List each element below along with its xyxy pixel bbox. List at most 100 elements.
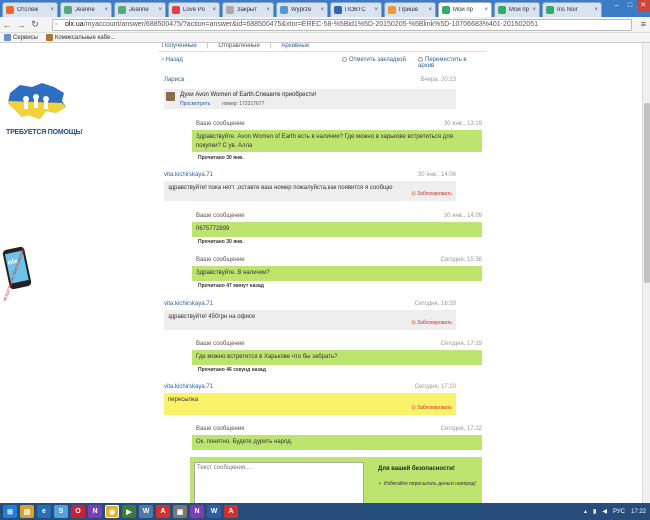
bookmark-comics[interactable]: Комиксальные кабе... xyxy=(45,34,116,41)
message-meta: vita.kichirskaya.71 Сегодня, 17:20 xyxy=(164,384,456,392)
browser-tab[interactable]: Jeanne × xyxy=(60,2,112,17)
tab-title: Отслеж xyxy=(17,7,39,13)
reload-icon[interactable]: ↻ xyxy=(28,19,42,30)
close-icon[interactable]: × xyxy=(158,7,162,13)
read-receipt: Прочитано 30 янв. xyxy=(198,239,244,245)
back-link[interactable]: ‹ Назад xyxy=(162,57,183,63)
message-bubble: Где можно встретится в Харькове что бы з… xyxy=(192,350,482,365)
back-arrow-icon[interactable]: ← xyxy=(0,20,14,30)
explorer-icon[interactable]: ▤ xyxy=(20,505,34,518)
clock[interactable]: 17:22 xyxy=(631,509,646,515)
close-icon[interactable]: × xyxy=(50,7,54,13)
word-icon[interactable]: W xyxy=(139,505,153,518)
browser-tab[interactable]: Прише × xyxy=(384,2,436,17)
message-bubble: здравствуйте! пока нетт ,оставте ваш ном… xyxy=(164,181,456,201)
block-user-button[interactable]: ⊡ Заблокировать xyxy=(412,404,453,413)
skype-icon[interactable]: S xyxy=(54,505,68,518)
browser-tab[interactable]: Закрыт × xyxy=(222,2,274,17)
url-input[interactable]: ▫ olx.ua/myaccount/answer/688500475/?acti… xyxy=(52,19,632,31)
onenote-icon[interactable]: N xyxy=(190,505,204,518)
browser-tab[interactable]: Jeanne × xyxy=(114,2,166,17)
close-icon[interactable]: × xyxy=(266,7,270,13)
sender-name: Ваше сообщение xyxy=(196,213,245,219)
archive-toggle[interactable]: Переместить в архив xyxy=(418,57,482,69)
maximize-icon[interactable]: □ xyxy=(623,0,636,12)
bookmark-services[interactable]: Сервисы xyxy=(4,34,38,41)
sender-name[interactable]: vita.kichirskaya.71 xyxy=(164,384,213,390)
tab-favicon-icon xyxy=(172,6,180,14)
forward-arrow-icon[interactable]: → xyxy=(14,20,28,30)
message-time: Сегодня, 17:20 xyxy=(414,384,456,390)
block-user-button[interactable]: ⊡ Заблокировать xyxy=(412,319,453,328)
message-meta: Лариса Вчера, 20:23 xyxy=(164,77,456,85)
volume-icon[interactable]: ◀ xyxy=(602,508,607,515)
network-icon[interactable]: ▮ xyxy=(593,508,596,515)
page-scrollbar[interactable] xyxy=(642,43,650,503)
word-icon[interactable]: W xyxy=(207,505,221,518)
help-banner[interactable]: ТРЕБУЕТСЯ ПОМОЩЬ! xyxy=(6,79,83,136)
message-first: Лариса Вчера, 20:23 Духи Avon Women of E… xyxy=(164,77,456,111)
minimize-icon[interactable]: – xyxy=(610,0,623,12)
message-bubble: здравствуйте! 450грн на офисе ⊡ Заблокир… xyxy=(164,310,456,330)
message-bubble: 0675772899 xyxy=(192,222,482,237)
media-icon[interactable]: ▶ xyxy=(122,505,136,518)
message-time: Сегодня, 17:19 xyxy=(440,341,482,347)
page-info-icon[interactable]: ▫ xyxy=(55,20,57,30)
close-icon[interactable]: × xyxy=(532,7,536,13)
tab-sent[interactable]: Отправленные xyxy=(218,43,260,49)
sender-name[interactable]: Лариса xyxy=(164,77,184,83)
bookmark-toggle[interactable]: Отметить закладкой xyxy=(342,57,406,63)
sender-name[interactable]: vita.kichirskaya.71 xyxy=(164,301,213,307)
scrollbar-thumb[interactable] xyxy=(644,103,650,283)
item-card[interactable]: Духи Avon Women of Earth.Спешите приобре… xyxy=(164,89,456,109)
browser-tab[interactable]: Love Po × xyxy=(168,2,220,17)
browser-tab[interactable]: Iris Noir × xyxy=(542,2,602,17)
opera-icon[interactable]: O xyxy=(71,505,85,518)
sender-name[interactable]: vita.kichirskaya.71 xyxy=(164,172,213,178)
tab-title: Закрыт xyxy=(237,7,257,13)
close-icon[interactable]: × xyxy=(594,7,598,13)
browser-menu-icon[interactable]: ≡ xyxy=(641,19,646,29)
mobile-app-promo[interactable]: olx МОБИЛЬНОЕ ПРИЛОЖЕНИЕ xyxy=(0,246,40,318)
sender-name: Ваше сообщение xyxy=(196,426,245,432)
browser-tab[interactable]: ПОВТС × xyxy=(330,2,382,17)
message-theirs-highlighted: vita.kichirskaya.71 Сегодня, 17:20 перес… xyxy=(164,384,456,416)
browser-tab[interactable]: Wyprze × xyxy=(276,2,328,17)
app-icon[interactable]: ▣ xyxy=(173,505,187,518)
tab-archive[interactable]: Архивные xyxy=(281,43,309,49)
onenote-icon[interactable]: N xyxy=(88,505,102,518)
tab-favicon-icon xyxy=(388,6,396,14)
close-icon[interactable]: × xyxy=(104,7,108,13)
message-time: 30 янв., 14:09 xyxy=(443,213,482,219)
tab-title: Love Po xyxy=(183,7,206,13)
close-icon[interactable]: × xyxy=(374,7,378,13)
item-title[interactable]: Духи Avon Women of Earth.Спешите приобре… xyxy=(180,92,316,98)
tab-favicon-icon xyxy=(498,6,506,14)
keyboard-language[interactable]: РУС xyxy=(613,509,625,515)
item-view-link[interactable]: Просмотреть xyxy=(180,101,210,107)
browser-tab-active[interactable]: Мой пр × xyxy=(438,2,492,17)
close-icon[interactable]: × xyxy=(484,7,488,13)
browser-tab[interactable]: Отслеж × xyxy=(2,2,58,17)
message-meta: Ваше сообщение 30 янв., 13:19 xyxy=(196,121,482,129)
ukraine-map-icon xyxy=(8,83,66,119)
window-close-icon[interactable]: ✕ xyxy=(636,0,650,12)
close-icon[interactable]: × xyxy=(320,7,324,13)
start-button-icon[interactable]: ⊞ xyxy=(3,505,17,518)
tray-arrow-icon[interactable]: ▴ xyxy=(584,508,587,515)
tab-favicon-icon xyxy=(118,6,126,14)
block-user-button[interactable]: ⊡ Заблокировать xyxy=(412,190,453,199)
acrobat-icon[interactable]: A xyxy=(224,505,238,518)
message-time: Сегодня, 15:38 xyxy=(440,257,482,263)
acrobat-icon[interactable]: A xyxy=(156,505,170,518)
chrome-icon[interactable]: ◉ xyxy=(105,505,119,518)
bookmark-label: Комиксальные кабе... xyxy=(54,34,116,41)
close-icon[interactable]: × xyxy=(212,7,216,13)
tab-received[interactable]: Полученные xyxy=(162,43,197,49)
ie-icon[interactable]: e xyxy=(37,505,51,518)
tab-separator: | xyxy=(269,43,272,49)
bookmark-label: Отметить закладкой xyxy=(349,57,406,64)
message-input[interactable] xyxy=(194,462,364,503)
browser-tab[interactable]: Мой пр × xyxy=(494,2,540,17)
close-icon[interactable]: × xyxy=(428,7,432,13)
